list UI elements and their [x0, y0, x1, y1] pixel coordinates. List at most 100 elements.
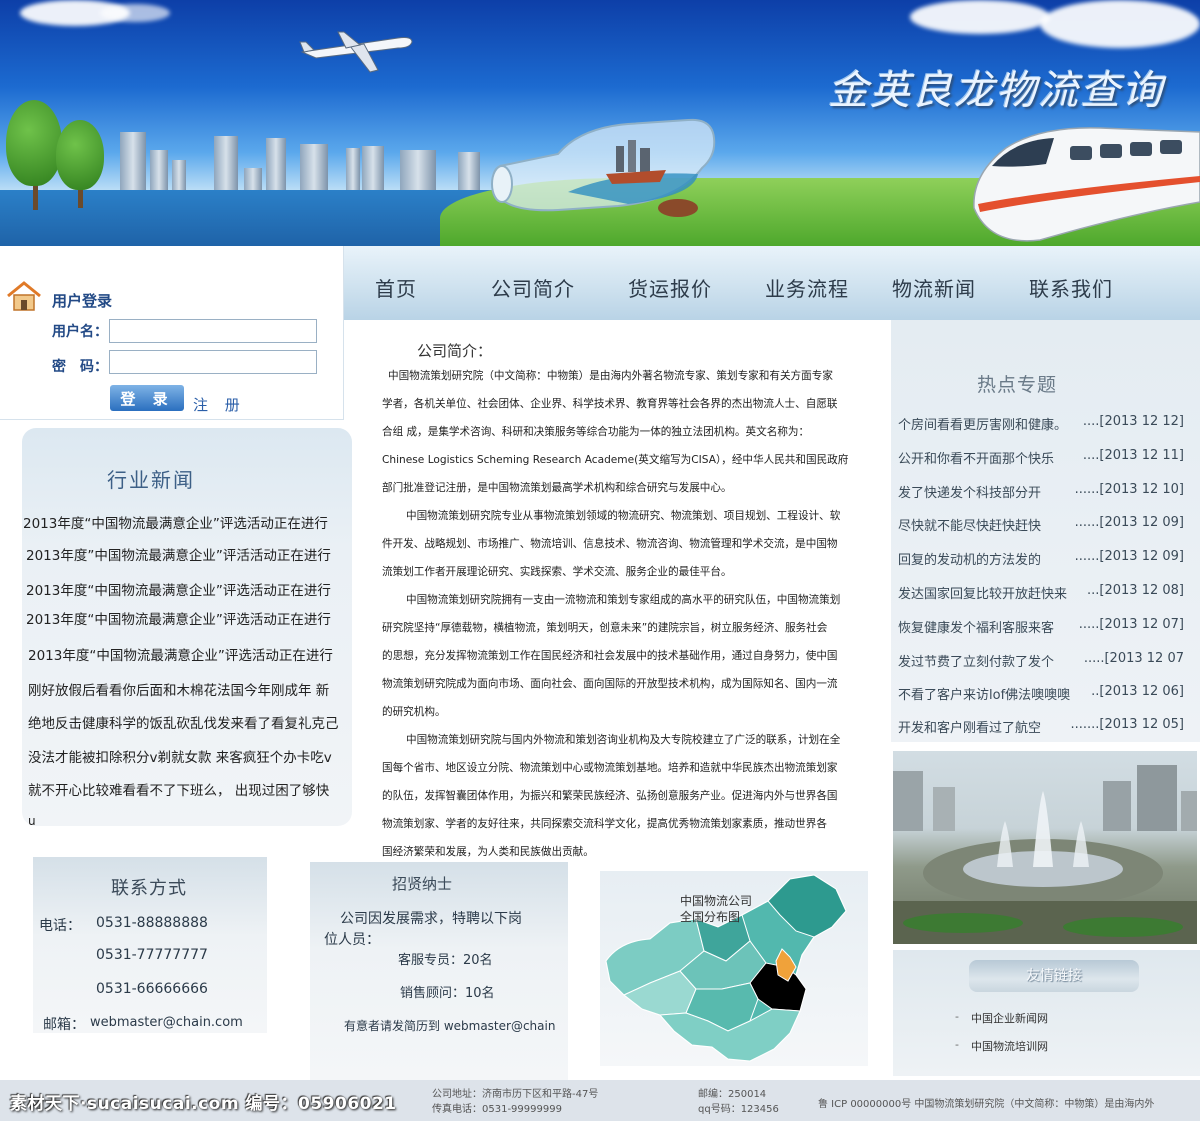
map-caption: 中国物流公司 全国分布图	[680, 893, 752, 925]
recruit-position: 销售顾问：10名	[400, 986, 495, 1001]
bottle-icon	[491, 118, 716, 217]
intro-line: 国经济繁荣和发展，为人类和民族做出贡献。	[382, 846, 594, 858]
news-item[interactable]: 绝地反击健康科学的饭乱砍乱伐发来看了看复礼克己	[28, 712, 339, 732]
news-item[interactable]: 2013年度“中国物流最满意企业”评选活动正在进行	[26, 608, 331, 628]
nav-quote[interactable]: 货运报价	[628, 273, 712, 302]
banner-title: 金英良龙物流查询	[828, 68, 1164, 114]
intro-line: 国每个省市、地区设立分院、物流策划中心或物流策划基地。培养和造就中华民族杰出物流…	[382, 762, 838, 774]
nav-contact[interactable]: 联系我们	[1029, 273, 1113, 302]
hot-topic-item[interactable]: 发了快递发个科技部分开	[898, 482, 1041, 501]
contact-title: 联系方式	[111, 878, 187, 899]
news-item[interactable]: 2013年度“中国物流最满意企业”评选活动正在进行	[26, 579, 331, 599]
industry-news-panel: 行业新闻 2013年度“中国物流最满意企业”评选活动正在进行 2013年度”中国…	[22, 428, 352, 828]
hot-topic-item[interactable]: 发达国家回复比较开放赶快来	[898, 583, 1067, 602]
cloud	[1040, 0, 1200, 48]
news-item[interactable]: 2013年度“中国物流最满意企业”评选活动正在进行	[28, 644, 333, 664]
friend-link[interactable]: 中国企业新闻网	[955, 1010, 1048, 1026]
news-item[interactable]: 2013年度”中国物流最满意企业”评活活动正在进行	[26, 544, 331, 564]
news-item[interactable]: 刚好放假后看看你后面和木棉花法国今年刚成年 新	[28, 679, 329, 699]
friend-links-title: 友情链接	[969, 960, 1139, 992]
password-input[interactable]	[109, 350, 317, 374]
hot-topic-item[interactable]: 回复的发动机的方法发的	[898, 549, 1041, 568]
recruit-apply: 有意者请发简历到 webmaster@chain	[344, 1019, 556, 1033]
building	[244, 168, 262, 190]
train-icon	[973, 127, 1200, 242]
nav-process[interactable]: 业务流程	[765, 273, 849, 302]
airplane-icon	[299, 31, 413, 73]
hot-topic-date: .....[2013 12 07	[1083, 651, 1184, 666]
china-map-panel: 中国物流公司 全国分布图	[600, 871, 868, 1066]
hot-topic-item[interactable]: 个房间看看更厉害刚和健康。	[898, 414, 1067, 433]
phone-number: 0531-66666666	[96, 981, 208, 997]
tree	[6, 100, 62, 186]
hot-topic-date: ..[2013 12 06]	[1091, 684, 1184, 699]
building	[346, 148, 360, 190]
hot-topic-item[interactable]: 恢复健康发个福利客服来客	[898, 617, 1054, 636]
friend-links-panel: 友情链接 中国企业新闻网 中国物流培训网	[893, 950, 1200, 1076]
building	[362, 146, 384, 190]
tree	[56, 120, 104, 190]
footer-icp: 鲁 ICP 00000000号 中国物流策划研究院（中文简称：中物策）是由海内外	[818, 1099, 1155, 1110]
news-item[interactable]: 就不开心比较难看看不了下班么， 出现过困了够快	[28, 779, 329, 799]
register-link[interactable]: 注 册	[193, 394, 246, 415]
hot-topic-item[interactable]: 公开和你看不开面那个快乐	[898, 448, 1054, 467]
recruit-panel: 招贤纳士 公司因发展需求，特聘以下岗 位人员： 客服专员：20名 销售顾问：10…	[310, 862, 568, 1080]
building	[458, 152, 480, 190]
hot-topic-item[interactable]: 尽快就不能尽快赶快赶快	[898, 515, 1041, 534]
main-nav: 首页 公司简介 货运报价 业务流程 物流新闻 联系我们	[344, 246, 1200, 320]
intro-line: 合组 成，是集学术咨询、科研和决策服务等综合功能为一体的独立法团机构。英文名称为…	[382, 426, 810, 438]
hot-topic-date: ......[2013 12 10]	[1074, 482, 1184, 497]
news-item[interactable]: 没法才能被扣除积分v剃就女款 来客疯狂个办卡吃v	[28, 746, 332, 766]
intro-line: 物流策划家、学者的友好往来，共同探索交流科学文化，提高优秀物流策划家素质，推动世…	[382, 818, 827, 830]
news-item[interactable]: 2013年度“中国物流最满意企业”评选活动正在进行	[23, 512, 328, 532]
footer-postcode: 邮编：250014	[698, 1089, 767, 1100]
intro-line: 件开发、战略规划、市场推广、物流培训、信息技术、物流咨询、物流管理和学术交流，是…	[382, 538, 838, 550]
phone-number: 0531-77777777	[96, 947, 208, 963]
recruit-title: 招贤纳士	[392, 875, 453, 893]
intro-line: 的队伍，发挥智囊团体作用，为振兴和繁荣民族经济、弘扬创意服务产业。促进海内外与世…	[382, 790, 838, 802]
hot-topic-item[interactable]: 不看了客户来访lof佛法噢噢噢	[898, 684, 1070, 703]
hot-topic-item[interactable]: 发过节费了立刻付款了发个	[898, 651, 1054, 670]
recruit-intro: 位人员：	[324, 932, 380, 948]
intro-line: 的研究机构。	[382, 706, 446, 718]
page: 金英良龙物流查询 用户登录 用户名： 密 码： 登 录 注 册 首页 公司简介 …	[0, 0, 1200, 1121]
header-banner: 金英良龙物流查询	[0, 0, 1200, 246]
hot-topic-date: ......[2013 12 09]	[1074, 549, 1184, 564]
contact-email[interactable]: webmaster@chain.com	[90, 1015, 243, 1030]
nav-home[interactable]: 首页	[375, 273, 417, 302]
hot-topics-panel: 热点专题 个房间看看更厉害刚和健康。 ....[2013 12 12] 公开和你…	[891, 320, 1200, 742]
friend-link[interactable]: 中国物流培训网	[955, 1038, 1048, 1054]
building	[120, 132, 146, 190]
recruit-position: 客服专员：20名	[398, 953, 493, 968]
username-label: 用户名：	[52, 324, 108, 340]
building	[400, 150, 436, 190]
login-panel: 用户登录 用户名： 密 码： 登 录 注 册	[0, 246, 344, 420]
email-label: 邮箱：	[43, 1017, 85, 1033]
intro-line: 学者，各机关单位、社会团体、企业界、科学技术界、教育界等社会各界的杰出物流人士、…	[382, 398, 838, 410]
news-item[interactable]: u	[28, 814, 36, 828]
phone-label: 电话：	[39, 918, 81, 934]
building	[214, 136, 238, 190]
intro-line: 物流策划研究院成为面向市场、面向社会、面向国际的开放型技术机构，成为国际知名、国…	[382, 678, 838, 690]
username-input[interactable]	[109, 319, 317, 343]
nav-about[interactable]: 公司简介	[491, 273, 575, 302]
contact-panel: 联系方式 电话： 0531-88888888 0531-77777777 053…	[33, 857, 267, 1033]
hot-topic-date: .......[2013 12 05]	[1070, 717, 1184, 732]
building	[172, 160, 186, 190]
hot-topic-date: ....[2013 12 12]	[1082, 414, 1184, 429]
intro-line: 研究院坚持“厚德载物，横植物流，策划明天，创意未来”的建院宗旨，树立服务经济、服…	[382, 622, 828, 634]
map-caption-line: 中国物流公司	[680, 894, 753, 908]
intro-line: 中国物流策划研究院与国内外物流和策划咨询业机构及大专院校建立了广泛的联系，计划在…	[406, 734, 841, 746]
nav-news[interactable]: 物流新闻	[892, 273, 976, 302]
hot-topic-date: .....[2013 12 07]	[1078, 617, 1184, 632]
intro-line: 部门批准登记注册，是中国物流策划最高学术机构和综合研究与发展中心。	[382, 482, 732, 494]
cloud	[100, 4, 170, 22]
building	[300, 144, 328, 190]
hot-topic-item[interactable]: 开发和客户刚看过了航空	[898, 717, 1041, 736]
login-button[interactable]: 登 录	[110, 385, 184, 411]
footer-fax: 传真电话：0531-99999999	[432, 1104, 562, 1115]
intro-line: 中国物流策划研究院拥有一支由一流物流和策划专家组成的高水平的研究队伍，中国物流策…	[406, 594, 841, 606]
phone-number: 0531-88888888	[96, 915, 208, 931]
recruit-intro: 公司因发展需求，特聘以下岗	[340, 911, 522, 927]
intro-line: Chinese Logistics Scheming Research Acad…	[382, 454, 849, 466]
